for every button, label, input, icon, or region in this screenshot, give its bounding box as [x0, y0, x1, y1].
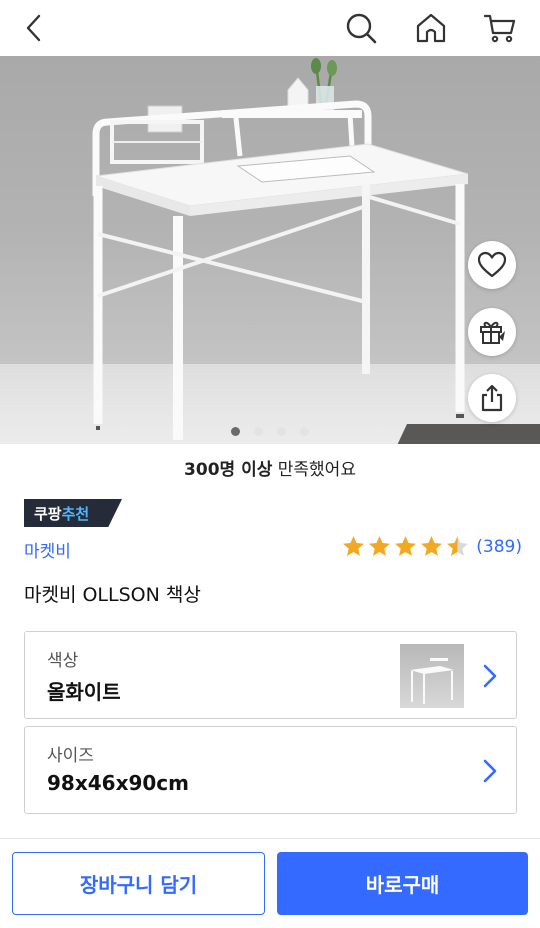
- heart-icon: [477, 251, 507, 278]
- size-option-selector[interactable]: 사이즈 98x46x90cm: [24, 726, 517, 814]
- search-button[interactable]: [339, 6, 383, 50]
- size-option-label: 사이즈: [47, 746, 94, 766]
- desk-illustration: [92, 58, 469, 440]
- top-navigation-bar: [0, 0, 540, 56]
- star-icon: [395, 536, 417, 556]
- cart-icon: [483, 14, 516, 43]
- badge-text-2: 추천: [61, 504, 90, 523]
- back-button[interactable]: [12, 6, 56, 50]
- carousel-dot[interactable]: [231, 427, 240, 436]
- carousel-dot[interactable]: [300, 427, 309, 436]
- wishlist-button[interactable]: [468, 241, 516, 289]
- product-image[interactable]: [0, 56, 540, 444]
- star-icon: [369, 536, 391, 556]
- home-icon: [416, 13, 446, 43]
- home-button[interactable]: [409, 6, 453, 50]
- star-icon: [421, 536, 443, 556]
- color-option-selector[interactable]: 색상 올화이트: [24, 631, 517, 719]
- color-option-value: 올화이트: [47, 680, 121, 704]
- product-title: 마켓비 OLLSON 책상: [24, 584, 201, 606]
- badge-text-1: 쿠팡: [34, 504, 62, 523]
- brand-link[interactable]: 마켓비: [24, 537, 71, 562]
- chevron-right-icon: [483, 664, 497, 688]
- color-option-thumbnail: [400, 644, 464, 708]
- cart-button[interactable]: [478, 6, 522, 50]
- buy-now-button[interactable]: 바로구매: [277, 852, 528, 915]
- search-icon: [346, 13, 377, 44]
- carousel-dot[interactable]: [277, 427, 286, 436]
- rating[interactable]: (389): [341, 534, 522, 559]
- star-icon: [343, 536, 365, 556]
- share-icon: [481, 384, 503, 412]
- gift-button[interactable]: [468, 308, 516, 356]
- review-count[interactable]: (389): [476, 537, 522, 557]
- add-to-cart-button[interactable]: 장바구니 담기: [12, 852, 265, 915]
- share-button[interactable]: [468, 374, 516, 422]
- bottom-action-bar: 장바구니 담기 바로구매: [12, 852, 528, 915]
- coupang-recommend-badge: 쿠팡 추천: [24, 499, 122, 527]
- bottom-divider: [0, 838, 540, 839]
- chevron-right-icon: [483, 759, 497, 783]
- carousel-dot[interactable]: [254, 427, 263, 436]
- satisfaction-count: 300명 이상: [184, 460, 273, 480]
- star-rating: [341, 534, 470, 559]
- color-option-label: 색상: [47, 651, 79, 671]
- carousel-dots: [0, 427, 540, 436]
- gift-icon: [480, 321, 505, 344]
- size-option-value: 98x46x90cm: [47, 771, 189, 795]
- half-star-icon: [447, 536, 469, 556]
- satisfaction-text: 300명 이상 만족했어요: [0, 455, 540, 480]
- chevron-left-icon: [26, 14, 41, 42]
- satisfaction-suffix: 만족했어요: [272, 460, 356, 480]
